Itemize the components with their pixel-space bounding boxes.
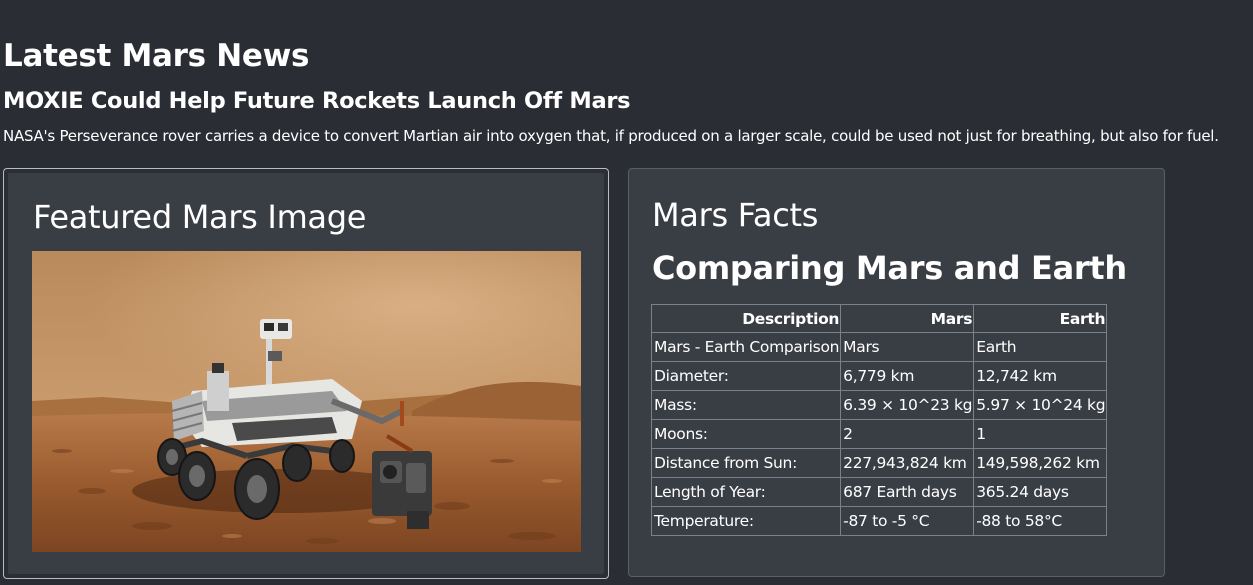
- table-header-row: Description Mars Earth: [650, 304, 1108, 333]
- table-cell-description: Mass:: [650, 390, 842, 420]
- featured-image-panel: Featured Mars Image: [8, 173, 604, 574]
- table-cell-mars: Mars: [840, 332, 975, 362]
- column-header-description: Description: [650, 304, 842, 333]
- table-row: Mars - Earth Comparison Mars Earth: [650, 332, 1108, 362]
- table-cell-mars: -87 to -5 °C: [840, 506, 975, 536]
- table-cell-description: Length of Year:: [650, 477, 842, 507]
- table-row: Moons: 2 1: [650, 419, 1108, 449]
- table-cell-earth: 12,742 km: [973, 361, 1108, 391]
- table-cell-earth: 149,598,262 km: [973, 448, 1108, 478]
- table-cell-mars: 6,779 km: [840, 361, 975, 391]
- table-cell-earth: 365.24 days: [973, 477, 1108, 507]
- mars-rover-image[interactable]: [32, 251, 581, 552]
- table-row: Distance from Sun: 227,943,824 km 149,59…: [650, 448, 1108, 478]
- table-row: Mass: 6.39 × 10^23 kg 5.97 × 10^24 kg: [650, 390, 1108, 420]
- featured-image-title: Featured Mars Image: [33, 198, 367, 236]
- news-article-title[interactable]: MOXIE Could Help Future Rockets Launch O…: [3, 88, 631, 114]
- table-cell-mars: 6.39 × 10^23 kg: [840, 390, 975, 420]
- table-row: Diameter: 6,779 km 12,742 km: [650, 361, 1108, 391]
- table-cell-mars: 2: [840, 419, 975, 449]
- news-heading: Latest Mars News: [3, 38, 310, 74]
- table-cell-earth: Earth: [973, 332, 1108, 362]
- table-cell-earth: -88 to 58°C: [973, 506, 1108, 536]
- column-header-earth: Earth: [973, 304, 1108, 333]
- table-cell-mars: 687 Earth days: [840, 477, 975, 507]
- table-cell-description: Moons:: [650, 419, 842, 449]
- table-cell-description: Diameter:: [650, 361, 842, 391]
- mars-facts-title: Mars Facts: [652, 196, 819, 234]
- table-cell-earth: 5.97 × 10^24 kg: [973, 390, 1108, 420]
- news-article-teaser: NASA's Perseverance rover carries a devi…: [3, 127, 1219, 145]
- column-header-mars: Mars: [840, 304, 975, 333]
- table-cell-description: Mars - Earth Comparison: [650, 332, 842, 362]
- featured-image-card: Featured Mars Image: [3, 168, 609, 579]
- mars-facts-subtitle: Comparing Mars and Earth: [652, 249, 1127, 287]
- table-row: Temperature: -87 to -5 °C -88 to 58°C: [650, 506, 1108, 536]
- table-cell-description: Temperature:: [650, 506, 842, 536]
- page: Latest Mars News MOXIE Could Help Future…: [0, 0, 1253, 585]
- table-cell-mars: 227,943,824 km: [840, 448, 975, 478]
- mars-facts-table: Description Mars Earth Mars - Earth Comp…: [650, 304, 1108, 536]
- table-cell-description: Distance from Sun:: [650, 448, 842, 478]
- table-cell-earth: 1: [973, 419, 1108, 449]
- mars-facts-card: Mars Facts Comparing Mars and Earth Desc…: [628, 168, 1165, 577]
- table-row: Length of Year: 687 Earth days 365.24 da…: [650, 477, 1108, 507]
